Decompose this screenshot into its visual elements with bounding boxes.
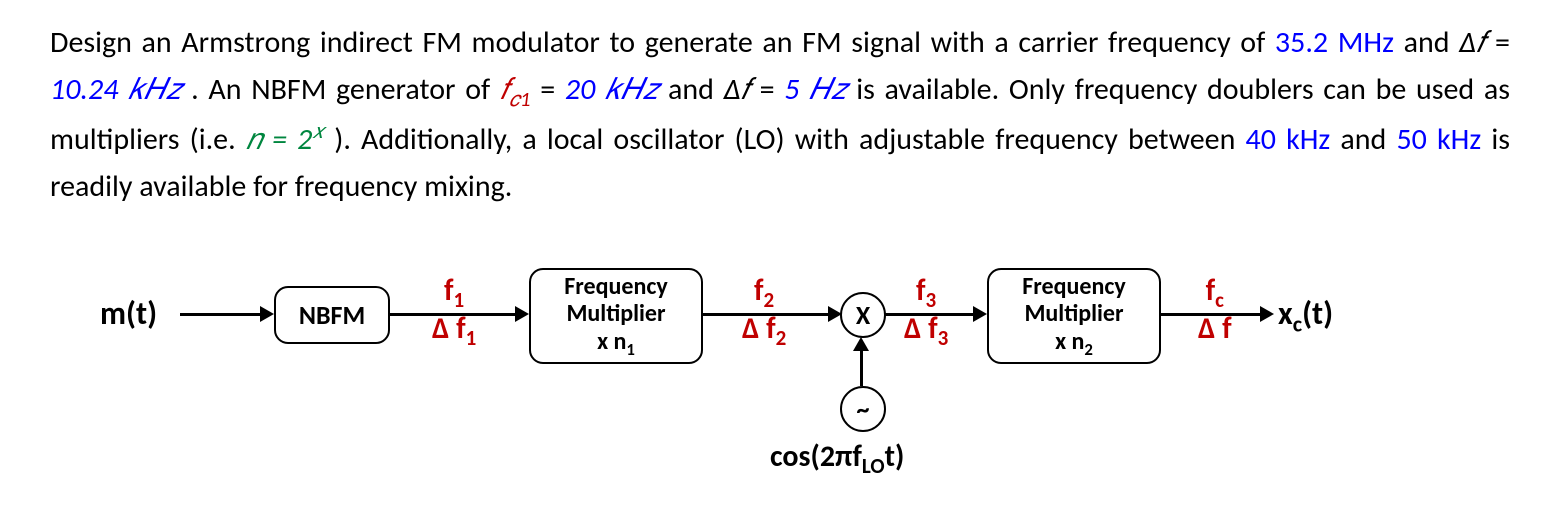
- text: and: [668, 71, 724, 108]
- text: =: [540, 71, 565, 108]
- text: Multiplier: [566, 300, 665, 328]
- text: x n2: [1055, 328, 1093, 359]
- arrow-head-icon: [260, 306, 274, 322]
- multiplier-constraint: 𝑛 = 2𝑥: [246, 121, 324, 158]
- value-fc1: 20 𝑘𝐻𝑧: [565, 71, 658, 108]
- input-label: m(t): [100, 294, 157, 333]
- problem-statement: Design an Armstrong indirect FM modulato…: [50, 20, 1510, 210]
- text: Multiplier: [1024, 300, 1123, 328]
- value-carrier-freq: 35.2 MHz: [1275, 24, 1394, 61]
- f1-label: f1 Δ f1: [432, 274, 476, 350]
- block-diagram: m(t) NBFM f1 Δ f1 Frequency Multiplier x…: [50, 276, 1510, 516]
- value-delta-f-target: 10.24 𝑘𝐻𝑧: [50, 71, 181, 108]
- value-lo-max: 50 kHz: [1396, 121, 1481, 158]
- lo-label: cos(2πfLOt): [770, 438, 904, 479]
- arrow: [860, 349, 863, 386]
- text: Frequency: [1022, 273, 1126, 301]
- text: x n1: [597, 328, 635, 359]
- oscillator-block: ~: [840, 386, 886, 432]
- text: Frequency: [564, 273, 668, 301]
- value-delta-f-nbfm: 5 𝐻𝑧: [784, 71, 846, 108]
- f2-label: f2 Δ f2: [742, 274, 786, 350]
- delta-f-symbol-2: Δ𝑓: [724, 71, 750, 108]
- arrow: [180, 313, 260, 316]
- text: =: [760, 71, 785, 108]
- arrow-head-icon: [973, 306, 987, 322]
- text: . An NBFM generator of: [191, 71, 500, 108]
- text: and: [1404, 24, 1460, 61]
- arrow-head-icon: [853, 337, 869, 351]
- text: ). Additionally, a local oscillator (LO)…: [334, 121, 1245, 158]
- arrow-head-icon: [515, 306, 529, 322]
- text: Design an Armstrong indirect FM modulato…: [50, 24, 1275, 61]
- fc1-symbol: 𝑓𝑐1: [500, 71, 531, 108]
- multiplier-2-block: Frequency Multiplier x n2: [987, 268, 1161, 364]
- mixer-block: X: [840, 292, 886, 338]
- arrow-head-icon: [1260, 306, 1274, 322]
- f3-label: f3 Δ f3: [904, 274, 948, 350]
- output-label: xc(t): [1278, 294, 1333, 338]
- multiplier-1-block: Frequency Multiplier x n1: [529, 268, 703, 364]
- text: and: [1340, 121, 1396, 158]
- delta-f-symbol: Δ𝑓: [1459, 24, 1485, 61]
- fc-label: fc Δ f: [1198, 274, 1232, 347]
- text: =: [1495, 24, 1510, 61]
- value-lo-min: 40 kHz: [1246, 121, 1331, 158]
- nbfm-block: NBFM: [274, 286, 390, 344]
